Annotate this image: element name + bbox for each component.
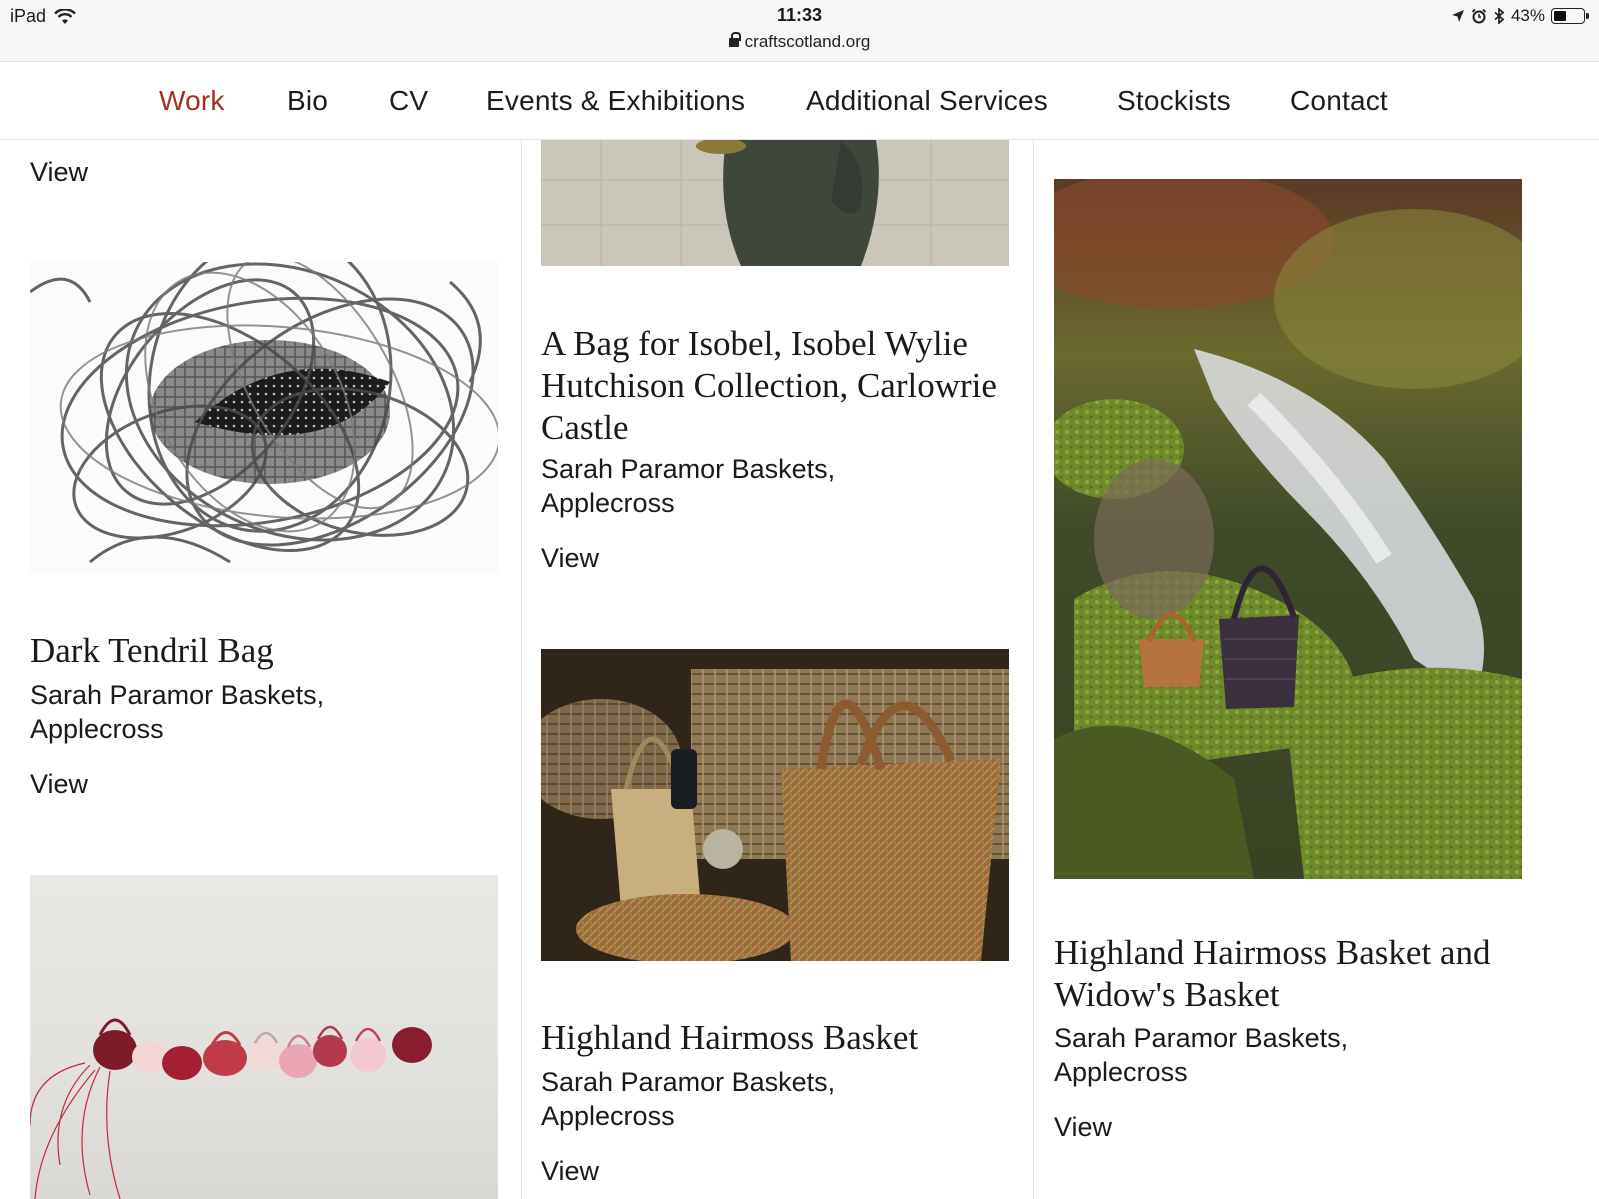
status-right: 43% <box>1451 6 1589 26</box>
item-location: Applecross <box>30 714 164 744</box>
view-link[interactable]: View <box>1054 1112 1112 1143</box>
item-location: Applecross <box>541 1101 675 1131</box>
grid-column-1: View Dark Tendril Bag Sarah Paramor Bask… <box>0 140 521 1199</box>
site-nav: Work Bio CV Events & Exhibitions Additio… <box>0 62 1599 140</box>
highland-hairmoss-basket-image[interactable] <box>541 649 1009 961</box>
nav-cv[interactable]: CV <box>389 85 428 117</box>
item-maker: Sarah Paramor Baskets, <box>541 454 836 484</box>
address-bar[interactable]: craftscotland.org <box>0 32 1599 52</box>
battery-percent: 43% <box>1510 6 1545 25</box>
item-title[interactable]: Highland Hairmoss Basket <box>541 1017 1021 1059</box>
pink-baskets-image[interactable] <box>30 875 498 1199</box>
item-title[interactable]: Dark Tendril Bag <box>30 630 500 672</box>
battery-icon <box>1551 8 1589 24</box>
nav-bio[interactable]: Bio <box>287 85 328 117</box>
item-title[interactable]: A Bag for Isobel, Isobel Wylie Hutchison… <box>541 323 1021 449</box>
nav-events-exhibitions[interactable]: Events & Exhibitions <box>486 85 745 117</box>
nav-stockists[interactable]: Stockists <box>1117 85 1231 117</box>
hairmoss-and-widows-basket-image[interactable] <box>1054 179 1522 879</box>
item-title[interactable]: Highland Hairmoss Basket and Widow's Bas… <box>1054 932 1554 1016</box>
item-maker: Sarah Paramor Baskets, <box>30 680 325 710</box>
nav-contact[interactable]: Contact <box>1290 85 1388 117</box>
location-arrow-icon <box>1451 10 1464 22</box>
bluetooth-icon <box>1494 8 1505 24</box>
nav-work[interactable]: Work <box>159 85 225 117</box>
view-link[interactable]: View <box>30 157 88 188</box>
dark-tendril-bag-image[interactable] <box>30 262 498 574</box>
grid-column-3: Highland Hairmoss Basket and Widow's Bas… <box>1033 140 1599 1199</box>
alarm-icon <box>1471 8 1487 24</box>
item-location: Applecross <box>541 488 675 518</box>
nav-additional-services[interactable]: Additional Services <box>806 85 1048 117</box>
bag-for-isobel-image[interactable] <box>541 140 1009 266</box>
item-location: Applecross <box>1054 1057 1188 1087</box>
lock-icon <box>728 32 741 47</box>
url-text: craftscotland.org <box>744 32 871 51</box>
view-link[interactable]: View <box>541 1156 599 1187</box>
view-link[interactable]: View <box>541 543 599 574</box>
status-time: 11:33 <box>776 5 823 25</box>
item-maker: Sarah Paramor Baskets, <box>541 1067 836 1097</box>
grid-column-2: A Bag for Isobel, Isobel Wylie Hutchison… <box>521 140 1033 1199</box>
ios-status-bar: iPad 11:33 craftscotland.org 43% <box>0 0 1599 62</box>
item-maker: Sarah Paramor Baskets, <box>1054 1023 1349 1053</box>
view-link[interactable]: View <box>30 769 88 800</box>
